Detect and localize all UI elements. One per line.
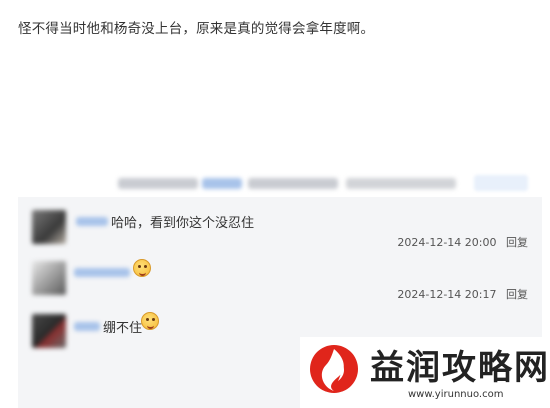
avatar[interactable]	[32, 261, 66, 295]
watermark-title: 益润攻略网	[370, 348, 550, 388]
watermark-logo-icon	[310, 345, 358, 393]
reply-button[interactable]: 回复	[506, 288, 528, 301]
watermark: 益润攻略网 www.yirunnuo.com	[300, 337, 550, 408]
username[interactable]	[76, 217, 108, 226]
watermark-url: www.yirunnuo.com	[408, 389, 504, 400]
meta-blur-2	[248, 178, 338, 189]
avatar[interactable]	[32, 314, 66, 348]
meta-blur-1	[118, 178, 198, 189]
username[interactable]	[74, 322, 100, 331]
laugh-emoji-icon	[141, 312, 159, 330]
meta-blur-3	[346, 178, 456, 189]
comment-time: 2024-12-14 20:00	[397, 236, 497, 249]
reply-button[interactable]: 回复	[506, 236, 528, 249]
comment-text: 哈哈，看到你这个没忍住	[111, 216, 255, 231]
username[interactable]	[74, 268, 130, 277]
comment-meta: 2024-12-14 20:17 回复	[397, 286, 528, 302]
meta-blur-link[interactable]	[202, 178, 242, 189]
post-text: 怪不得当时他和杨奇没上台，原来是真的觉得会拿年度啊。	[18, 21, 375, 37]
avatar[interactable]	[32, 210, 66, 244]
comment-meta: 2024-12-14 20:00 回复	[397, 234, 528, 250]
comment-text: 绷不住	[103, 321, 143, 336]
smile-emoji-icon	[133, 259, 151, 277]
post-meta-bar	[110, 173, 530, 193]
reply-all-button[interactable]	[474, 175, 528, 191]
comment-time: 2024-12-14 20:17	[397, 288, 497, 301]
